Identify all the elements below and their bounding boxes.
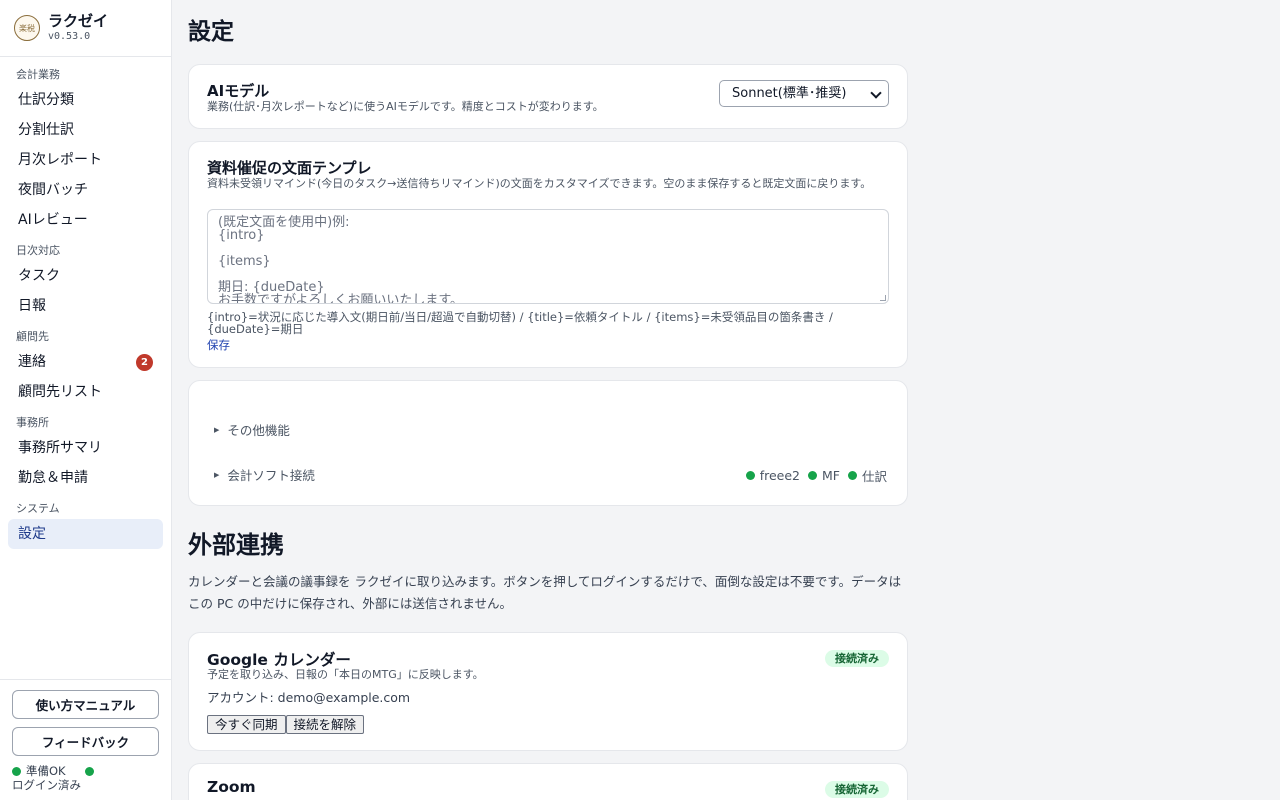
sidebar-item-journal-classification[interactable]: 仕訳分類 — [8, 85, 163, 115]
sidebar-item-label: 連絡 — [18, 354, 46, 370]
ready-status-text: 準備OK — [26, 764, 66, 778]
connection-status-list: freee2 MF 仕訳 — [738, 466, 887, 485]
sidebar-item-monthly-report[interactable]: 月次レポート — [8, 145, 163, 175]
placeholder-line: (既定文面を使用中)例: — [218, 215, 350, 230]
connection-journal: 仕訳 — [847, 466, 887, 485]
placeholder-line — [218, 242, 878, 255]
template-description: 資料未受領リマインド(今日のタスク→送信待ちリマインド)の文面をカスタマイズでき… — [207, 177, 872, 190]
disconnect-button[interactable]: 接続を解除 — [285, 715, 365, 734]
google-calendar-title: Google カレンダー — [207, 651, 351, 669]
triangle-right-icon: ▶ — [214, 425, 220, 434]
template-help: {intro}=状況に応じた導入文(期日前/当日/超過で自動切替) / {tit… — [207, 310, 833, 336]
misc-settings-card: ▶ その他機能 ▶ 会計ソフト接続 freee2 MF 仕訳 — [188, 380, 908, 506]
ai-model-title: AIモデル — [207, 82, 270, 100]
zoom-card: Zoom 接続済み — [188, 763, 908, 800]
accounting-software-label: 会計ソフト接続 — [227, 468, 315, 483]
connection-label: freee2 — [759, 468, 800, 483]
feedback-button[interactable]: フィードバック — [12, 727, 159, 756]
connection-freee: freee2 — [745, 468, 800, 483]
app-version: v0.53.0 — [48, 31, 91, 42]
nav-section-accounting: 会計業務 — [16, 68, 60, 81]
save-link[interactable]: 保存 — [207, 337, 230, 353]
manual-button[interactable]: 使い方マニュアル — [12, 690, 159, 719]
connection-mf: MF — [808, 468, 840, 483]
other-features-toggle[interactable]: ▶ その他機能 — [214, 420, 290, 439]
reminder-template-card: 資料催促の文面テンプレ 資料未受領リマインド(今日のタスク→送信待ちリマインド)… — [188, 141, 908, 368]
resize-handle[interactable] — [880, 295, 886, 301]
unread-badge: 2 — [136, 354, 153, 371]
integrations-title: 外部連携 — [188, 531, 284, 559]
zoom-title: Zoom — [207, 778, 256, 796]
template-textarea[interactable]: (既定文面を使用中)例: {intro} {items} 期日: {dueDat… — [207, 209, 889, 304]
other-features-label: その他機能 — [227, 423, 290, 438]
sidebar: 楽税 ラクゼイ v0.53.0 会計業務 仕訳分類 分割仕訳 月次レポート 夜間… — [0, 0, 172, 800]
sidebar-item-client-list[interactable]: 顧問先リスト — [8, 377, 163, 407]
ai-model-select[interactable]: Sonnet(標準･推奨) — [719, 80, 889, 107]
connection-label: 仕訳 — [861, 469, 887, 484]
ai-model-description: 業務(仕訳･月次レポートなど)に使うAIモデルです。精度とコストが変わります。 — [207, 100, 604, 113]
status-dot — [847, 471, 857, 480]
ready-status-dot — [12, 766, 21, 776]
brand: 楽税 ラクゼイ v0.53.0 — [0, 0, 171, 57]
google-calendar-description: 予定を取り込み、日報の「本日のMTG」に反映します。 — [207, 668, 484, 681]
sidebar-item-messages[interactable]: 連絡 2 — [8, 347, 163, 377]
status-badge: 接続済み — [825, 650, 889, 667]
sidebar-item-tasks[interactable]: タスク — [8, 261, 163, 291]
sidebar-item-ai-review[interactable]: AIレビュー — [8, 205, 163, 235]
triangle-right-icon: ▶ — [214, 470, 220, 479]
sidebar-item-settings[interactable]: 設定 — [8, 519, 163, 549]
chevron-down-icon — [870, 87, 882, 99]
google-calendar-card: Google カレンダー 接続済み 予定を取り込み、日報の「本日のMTG」に反映… — [188, 632, 908, 751]
status-badge: 接続済み — [825, 781, 889, 798]
sync-now-button[interactable]: 今すぐ同期 — [207, 715, 286, 734]
sidebar-item-night-batch[interactable]: 夜間バッチ — [8, 175, 163, 205]
sidebar-item-split-journal[interactable]: 分割仕訳 — [8, 115, 163, 145]
sidebar-item-office-summary[interactable]: 事務所サマリ — [8, 433, 163, 463]
placeholder-line: {items} — [218, 254, 271, 269]
app-name: ラクゼイ — [48, 12, 109, 30]
accounting-software-toggle[interactable]: ▶ 会計ソフト接続 — [214, 465, 315, 484]
ai-model-selected: Sonnet(標準･推奨) — [732, 86, 847, 101]
status-dot — [808, 471, 817, 480]
sidebar-item-daily-report[interactable]: 日報 — [8, 291, 163, 321]
template-title: 資料催促の文面テンプレ — [207, 159, 372, 177]
placeholder-line: お手数ですがよろしくお願いいたします。 — [218, 293, 464, 304]
ai-model-card: AIモデル 業務(仕訳･月次レポートなど)に使うAIモデルです。精度とコストが変… — [188, 64, 908, 129]
nav-section-clients: 顧問先 — [16, 330, 49, 343]
sidebar-item-attendance[interactable]: 勤怠＆申請 — [8, 463, 163, 493]
nav-section-office: 事務所 — [16, 416, 49, 429]
app-logo: 楽税 — [14, 15, 40, 41]
login-status: ログイン済み — [12, 778, 81, 792]
nav-section-daily: 日次対応 — [16, 244, 60, 257]
page-title: 設定 — [188, 19, 234, 45]
integrations-description: カレンダーと会議の議事録を ラクゼイに取り込みます。ボタンを押してログインするだ… — [188, 574, 902, 611]
connection-label: MF — [822, 468, 840, 483]
google-actions: 今すぐ同期 接続を解除 — [207, 715, 365, 734]
sidebar-footer: 使い方マニュアル フィードバック 準備OK ログイン済み — [0, 679, 171, 800]
placeholder-line: {intro} — [218, 228, 265, 243]
nav-section-system: システム — [16, 502, 60, 515]
status-row: 準備OK — [12, 764, 159, 778]
status-dot — [745, 471, 755, 480]
google-account: アカウント: demo@example.com — [207, 690, 411, 705]
connection-status-dot — [84, 766, 94, 776]
